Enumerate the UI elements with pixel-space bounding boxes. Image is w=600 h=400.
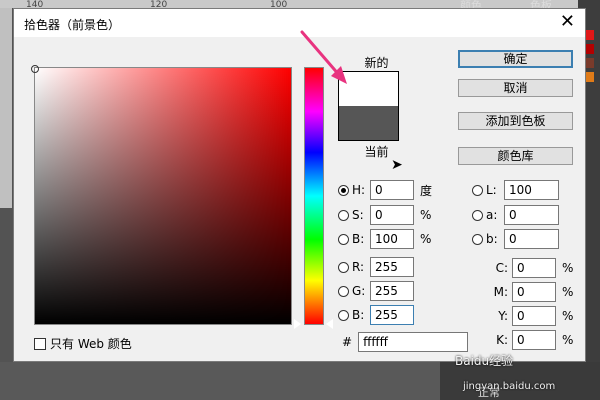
- b-channel-input[interactable]: 0: [504, 229, 559, 249]
- watermark-url: jingyan.baidu.com: [463, 381, 556, 392]
- hue-input[interactable]: 0: [370, 180, 414, 200]
- yellow-input[interactable]: 0: [512, 306, 556, 326]
- dialog-title: 拾色器（前景色）: [24, 18, 121, 32]
- color-compare-swatch: [338, 71, 399, 141]
- black-unit: %: [562, 333, 574, 347]
- hex-input[interactable]: ffffff: [358, 332, 469, 352]
- green-row: G: 255: [338, 281, 414, 301]
- web-only-option[interactable]: 只有 Web 颜色: [34, 335, 132, 352]
- red-radio[interactable]: [338, 261, 349, 273]
- brightness-row: B: 100 %: [338, 229, 434, 249]
- saturation-label: S:: [352, 208, 364, 222]
- green-radio[interactable]: [338, 285, 349, 297]
- hue-radio[interactable]: [338, 184, 349, 196]
- yellow-unit: %: [562, 309, 574, 323]
- hue-slider[interactable]: [304, 67, 324, 325]
- lightness-row: L: 100: [472, 180, 559, 200]
- blue-label: B:: [352, 308, 365, 322]
- add-to-swatches-button[interactable]: 添加到色板: [458, 112, 573, 130]
- saturation-radio[interactable]: [338, 209, 349, 221]
- web-only-label: 只有 Web 颜色: [50, 337, 132, 351]
- cyan-unit: %: [562, 261, 574, 275]
- ok-button[interactable]: 确定: [458, 50, 573, 68]
- lightness-radio[interactable]: [472, 184, 483, 196]
- new-color-label: 新的: [364, 56, 389, 70]
- current-color-swatch[interactable]: [339, 106, 398, 140]
- a-channel-input[interactable]: 0: [504, 205, 559, 225]
- hue-slider-handle-right[interactable]: [326, 319, 333, 329]
- hue-row: H: 0 度: [338, 180, 434, 200]
- blue-radio[interactable]: [338, 309, 349, 321]
- magenta-input[interactable]: 0: [512, 282, 556, 302]
- lightness-input[interactable]: 100: [504, 180, 559, 200]
- blue-input[interactable]: 255: [370, 305, 414, 325]
- brightness-label: B:: [352, 232, 365, 246]
- color-libraries-button[interactable]: 颜色库: [458, 147, 573, 165]
- b-channel-radio[interactable]: [472, 233, 483, 245]
- cyan-input[interactable]: 0: [512, 258, 556, 278]
- brightness-input[interactable]: 100: [370, 229, 414, 249]
- watermark-logo: Baidu经验: [455, 354, 514, 368]
- color-field[interactable]: [34, 67, 292, 325]
- saturation-input[interactable]: 0: [370, 205, 414, 225]
- a-channel-row: a: 0: [472, 205, 559, 225]
- magenta-label: M:: [493, 285, 508, 299]
- b-channel-label: b:: [486, 232, 498, 246]
- hue-slider-handle-left[interactable]: [294, 319, 301, 329]
- web-only-checkbox[interactable]: [34, 337, 46, 350]
- red-row: R: 255: [338, 257, 414, 277]
- hex-label: #: [342, 335, 353, 349]
- brightness-radio[interactable]: [338, 233, 349, 245]
- hex-row: # ffffff: [342, 332, 469, 352]
- close-icon[interactable]: ✕: [560, 12, 575, 32]
- hue-label: H:: [352, 183, 366, 197]
- blue-row: B: 255: [338, 305, 414, 325]
- cancel-button[interactable]: 取消: [458, 79, 573, 97]
- yellow-label: Y:: [498, 309, 508, 323]
- color-field-marker[interactable]: [31, 65, 39, 73]
- black-label: K:: [496, 333, 508, 347]
- black-input[interactable]: 0: [512, 330, 556, 350]
- brightness-unit: %: [420, 232, 432, 246]
- a-channel-label: a:: [486, 208, 498, 222]
- magenta-unit: %: [562, 285, 574, 299]
- green-input[interactable]: 255: [370, 281, 414, 301]
- mouse-pointer-icon: ➤: [391, 157, 403, 173]
- saturation-unit: %: [420, 208, 432, 222]
- red-label: R:: [352, 260, 365, 274]
- new-color-swatch: [339, 72, 398, 106]
- red-input[interactable]: 255: [370, 257, 414, 277]
- green-label: G:: [352, 284, 366, 298]
- ruler-bar: [0, 0, 600, 8]
- saturation-row: S: 0 %: [338, 205, 434, 225]
- dialog-titlebar[interactable]: 拾色器（前景色） ✕: [14, 9, 585, 37]
- canvas-edge: [0, 8, 12, 208]
- cyan-label: C:: [495, 261, 508, 275]
- color-picker-dialog: 拾色器（前景色） ✕ 只有 Web 颜色 新的 当前 ➤ 确定 取消 添加到色板…: [13, 8, 586, 362]
- b-channel-row: b: 0: [472, 229, 559, 249]
- a-channel-radio[interactable]: [472, 209, 483, 221]
- hue-unit: 度: [420, 183, 433, 198]
- lightness-label: L:: [486, 183, 497, 197]
